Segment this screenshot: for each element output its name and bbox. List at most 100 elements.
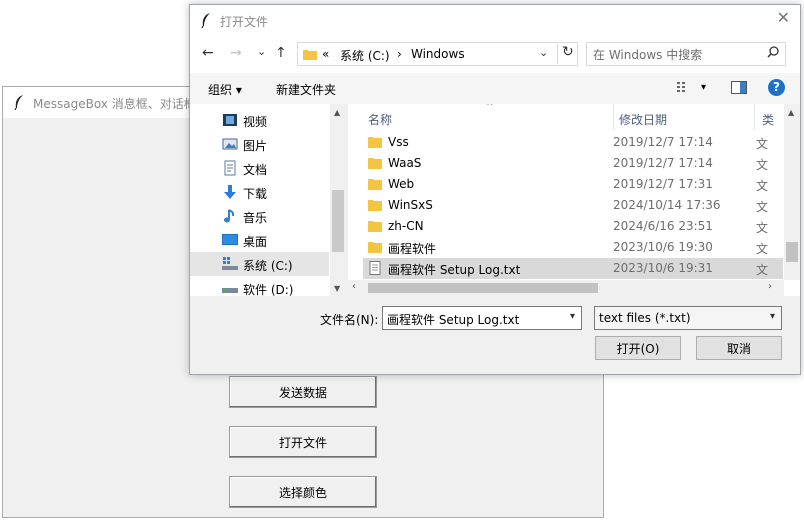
file-type: 文: [756, 137, 769, 151]
nav-item-desktop[interactable]: 桌面: [190, 228, 329, 252]
nav-item-videos[interactable]: 视频: [190, 108, 329, 132]
folder-icon: [368, 135, 382, 149]
search-input[interactable]: [591, 45, 765, 65]
forward-arrow-icon[interactable]: →: [230, 45, 242, 61]
nav-item-downloads[interactable]: 下载: [190, 180, 329, 204]
refresh-icon[interactable]: ↻: [557, 44, 574, 64]
search-box[interactable]: [586, 42, 786, 66]
view-options-icon[interactable]: [677, 81, 693, 96]
column-header-date[interactable]: 修改日期: [613, 104, 754, 130]
folder-icon: [368, 177, 382, 191]
scrollbar-thumb[interactable]: [332, 190, 344, 252]
file-list-horizontal-scrollbar[interactable]: ‹ ›: [348, 280, 784, 296]
nav-item-label: 桌面: [243, 235, 268, 249]
file-type: 文: [756, 179, 769, 193]
scroll-right-arrow-icon[interactable]: ›: [768, 281, 772, 292]
music-icon: [222, 208, 238, 224]
search-icon[interactable]: [767, 46, 779, 62]
file-type: 文: [756, 200, 769, 214]
file-modified-date: 2019/12/7 17:31: [613, 177, 713, 191]
filename-input[interactable]: 画程软件 Setup Log.txt ▾: [382, 306, 582, 330]
nav-item-label: 图片: [243, 139, 268, 153]
close-icon[interactable]: ✕: [777, 10, 790, 26]
view-menu-arrow-icon[interactable]: ▾: [701, 82, 706, 93]
nav-item-drive-d[interactable]: 软件 (D:): [190, 276, 329, 296]
help-icon[interactable]: ?: [768, 79, 785, 96]
breadcrumb-windows[interactable]: Windows: [411, 47, 465, 61]
scroll-up-arrow-icon[interactable]: ▲: [788, 108, 794, 117]
nav-item-label: 系统 (C:): [243, 259, 293, 273]
recent-locations-icon[interactable]: ⌄: [257, 44, 266, 60]
back-arrow-icon[interactable]: ←: [202, 45, 214, 61]
choose-color-button[interactable]: 选择颜色: [229, 476, 377, 508]
column-type-label: 类: [762, 113, 775, 127]
open-button[interactable]: 打开(O): [595, 336, 681, 360]
text-file-icon: [368, 261, 382, 275]
file-list-row[interactable]: Vss 2019/12/7 17:14 文: [363, 132, 783, 153]
file-name: 画程软件 Setup Log.txt: [388, 263, 521, 277]
open-file-dialog: 打开文件 ✕ ← → ⌄ ↑ « 系统 (C:) › Windows ⌄ ↻ 组…: [189, 4, 801, 375]
video-icon: [222, 112, 238, 128]
file-modified-date: 2019/12/7 17:14: [613, 156, 713, 170]
drive-d-icon: [222, 280, 238, 296]
breadcrumb-drive[interactable]: 系统 (C:): [340, 47, 390, 64]
download-icon: [222, 184, 238, 200]
nav-item-pictures[interactable]: 图片: [190, 132, 329, 156]
address-bar[interactable]: « 系统 (C:) › Windows ⌄ ↻: [297, 42, 578, 66]
column-header-name[interactable]: 名称 ^: [348, 104, 613, 130]
nav-item-label: 音乐: [243, 211, 268, 225]
file-modified-date: 2023/10/6 19:31: [613, 261, 713, 275]
file-list-row[interactable]: 画程软件 2023/10/6 19:30 文: [363, 237, 783, 258]
organize-menu[interactable]: 组织 ▾: [208, 81, 242, 98]
filename-value: 画程软件 Setup Log.txt: [387, 313, 520, 327]
up-arrow-icon[interactable]: ↑: [275, 45, 287, 61]
dialog-titlebar: 打开文件 ✕: [190, 5, 800, 35]
nav-item-drive-c[interactable]: 系统 (C:): [190, 252, 329, 276]
file-list-row[interactable]: WinSxS 2024/10/14 17:36 文: [363, 195, 783, 216]
file-name: Web: [388, 177, 415, 191]
navigation-pane-scrollbar[interactable]: ▲ ▼: [330, 104, 346, 296]
scrollbar-thumb[interactable]: [368, 283, 598, 293]
feather-icon: [200, 12, 212, 31]
file-list-row[interactable]: zh-CN 2024/6/16 23:51 文: [363, 216, 783, 237]
file-list-row[interactable]: 画程软件 Setup Log.txt 2023/10/6 19:31 文: [363, 258, 783, 279]
nav-item-label: 软件 (D:): [243, 283, 294, 296]
documents-icon: [222, 160, 238, 176]
send-data-button[interactable]: 发送数据: [229, 376, 377, 408]
file-list-row[interactable]: WaaS 2019/12/7 17:14 文: [363, 153, 783, 174]
nav-item-documents[interactable]: 文档: [190, 156, 329, 180]
file-modified-date: 2024/6/16 23:51: [613, 219, 713, 233]
nav-item-label: 视频: [243, 115, 268, 129]
folder-icon: [368, 198, 382, 212]
column-header-type[interactable]: 类: [754, 104, 785, 130]
scroll-down-arrow-icon[interactable]: ▼: [334, 284, 340, 293]
dialog-toolbar: 组织 ▾ 新建文件夹 ▾ ?: [190, 73, 800, 104]
file-modified-date: 2019/12/7 17:14: [613, 135, 713, 149]
file-list-row[interactable]: Web 2019/12/7 17:31 文: [363, 174, 783, 195]
file-name: WinSxS: [388, 198, 433, 212]
file-type: 文: [756, 158, 769, 172]
breadcrumb-overflow[interactable]: «: [322, 47, 329, 61]
nav-item-music[interactable]: 音乐: [190, 204, 329, 228]
cancel-button[interactable]: 取消: [696, 336, 782, 360]
filename-label: 文件名(N):: [320, 313, 379, 327]
chevron-down-icon[interactable]: ⌄: [539, 46, 548, 59]
chevron-down-icon[interactable]: ▾: [570, 311, 575, 322]
file-list-vertical-scrollbar[interactable]: ▲: [784, 104, 800, 280]
file-name: zh-CN: [388, 219, 424, 233]
file-type: 文: [756, 221, 769, 235]
file-name: 画程软件: [388, 242, 437, 256]
folder-icon: [303, 47, 317, 61]
scrollbar-thumb[interactable]: [786, 242, 798, 262]
open-file-button[interactable]: 打开文件: [229, 426, 377, 458]
file-type: 文: [756, 263, 769, 277]
scroll-up-arrow-icon[interactable]: ▲: [334, 108, 340, 117]
file-list-pane: 名称 ^ 修改日期 类 Vss 2019/12/7 17:14 文 WaaS 2019/…: [348, 104, 800, 296]
file-modified-date: 2024/10/14 17:36: [613, 198, 721, 212]
pictures-icon: [222, 136, 238, 152]
scroll-left-arrow-icon[interactable]: ‹: [352, 281, 356, 292]
filetype-select[interactable]: text files (*.txt) ▾: [594, 306, 782, 330]
chevron-down-icon[interactable]: ▾: [770, 311, 775, 322]
preview-pane-icon[interactable]: [731, 81, 747, 97]
new-folder-button[interactable]: 新建文件夹: [276, 81, 336, 98]
